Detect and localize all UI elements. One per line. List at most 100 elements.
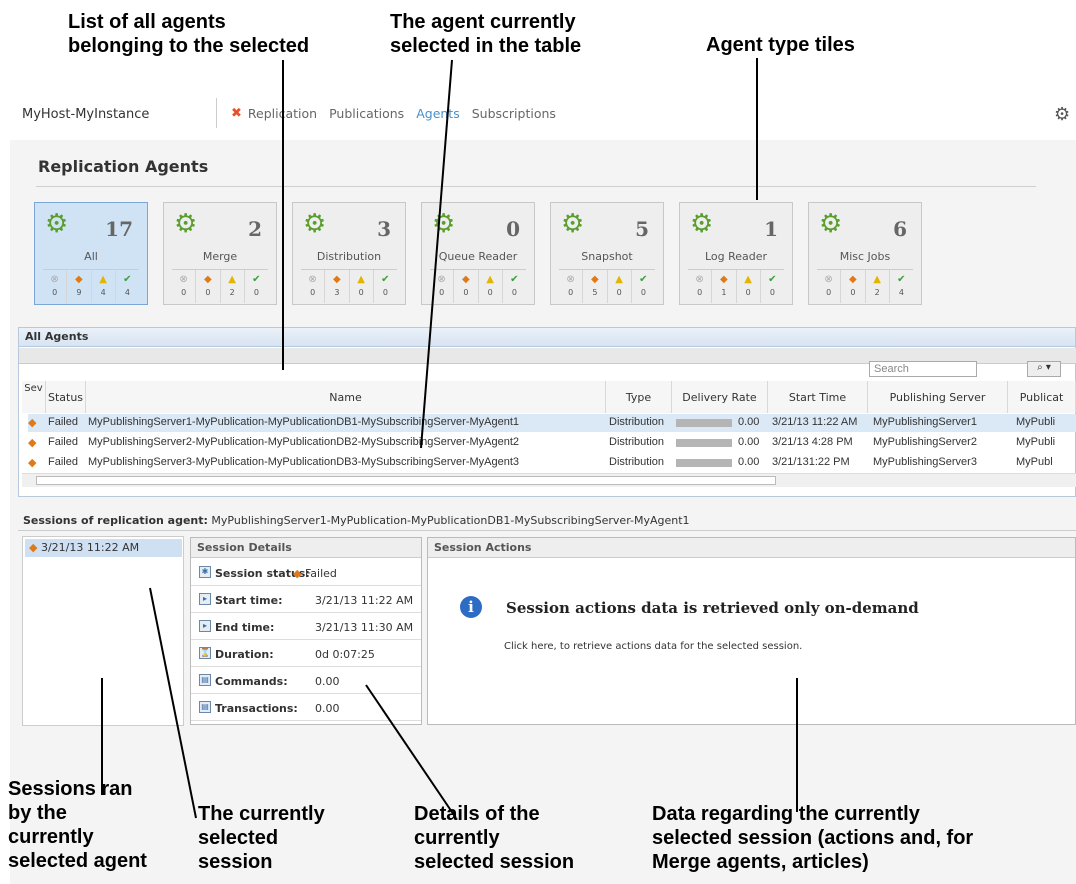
nav-replication[interactable]: Replication [248, 106, 317, 121]
agent-gear-icon: ⚙ [45, 209, 69, 239]
session-item[interactable]: ◆ 3/21/13 11:22 AM [25, 539, 182, 557]
search-icon[interactable]: ⌕ ▾ [1027, 361, 1061, 377]
status-icon: ◆ [462, 274, 470, 285]
status-icon: ⊗ [566, 274, 575, 285]
detail-label: Start time: [215, 594, 283, 607]
tile-stat[interactable]: ▲ 0 [608, 270, 632, 303]
scrollbar-thumb[interactable] [36, 476, 776, 485]
detail-row: ✱ Session status: ◆ Failed [191, 560, 421, 586]
col-start-time[interactable]: Start Time [768, 381, 868, 413]
table-row[interactable]: ◆ Failed MyPublishingServer1-MyPublication… [28, 414, 1076, 432]
col-publishing-server[interactable]: Publishing Server [868, 381, 1008, 413]
detail-value: 0.00 [315, 702, 340, 715]
col-sev[interactable]: Sev [22, 381, 46, 413]
cell-status: Failed [48, 436, 78, 448]
cell-type: Distribution [609, 436, 665, 448]
agent-gear-icon: ⚙ [432, 209, 456, 239]
col-publication[interactable]: Publicat [1008, 381, 1076, 413]
tile-stat[interactable]: ⊗ 0 [688, 270, 713, 303]
tile-all[interactable]: ⚙ 17 All ⊗ 0 ◆ 9 ▲ 4 ✔ 4 [34, 202, 148, 305]
tile-stat[interactable]: ⊗ 0 [43, 270, 68, 303]
search-input[interactable]: Search [869, 361, 977, 377]
gear-icon[interactable]: ⚙ [1054, 104, 1070, 125]
tile-stat[interactable]: ▲ 0 [479, 270, 503, 303]
tile-stat[interactable]: ▲ 2 [866, 270, 890, 303]
tile-stat[interactable]: ◆ 5 [583, 270, 608, 303]
status-icon: ◆ [849, 274, 857, 285]
tile-stat[interactable]: ✔ 0 [245, 270, 268, 303]
callout-tiles: Agent type tiles [706, 34, 855, 56]
tile-snapshot[interactable]: ⚙ 5 Snapshot ⊗ 0 ◆ 5 ▲ 0 ✔ 0 [550, 202, 664, 305]
failed-icon: ◆ [28, 457, 37, 469]
tile-log-reader[interactable]: ⚙ 1 Log Reader ⊗ 0 ◆ 1 ▲ 0 ✔ 0 [679, 202, 793, 305]
tile-stat[interactable]: ⊗ 0 [817, 270, 842, 303]
agent-gear-icon: ⚙ [819, 209, 843, 239]
tile-stat[interactable]: ✔ 0 [374, 270, 397, 303]
table-row[interactable]: ◆ Failed MyPublishingServer2-MyPublication… [28, 434, 1076, 452]
tile-count: 5 [635, 217, 649, 241]
detail-row: ▸ End time: 3/21/13 11:30 AM [191, 614, 421, 640]
all-agents-title: All Agents [19, 328, 1075, 347]
tile-stat[interactable]: ✔ 4 [116, 270, 139, 303]
tile-distribution[interactable]: ⚙ 3 Distribution ⊗ 0 ◆ 3 ▲ 0 ✔ 0 [292, 202, 406, 305]
tile-stat[interactable]: ⊗ 0 [301, 270, 326, 303]
col-status[interactable]: Status [46, 381, 86, 413]
session-details-title: Session Details [191, 538, 421, 558]
status-icon: ✔ [510, 274, 519, 285]
tile-misc-jobs[interactable]: ⚙ 6 Misc Jobs ⊗ 0 ◆ 0 ▲ 2 ✔ 4 [808, 202, 922, 305]
status-icon: ▲ [99, 274, 107, 285]
tile-stat[interactable]: ✔ 4 [890, 270, 913, 303]
tile-stat[interactable]: ▲ 4 [92, 270, 116, 303]
col-name[interactable]: Name [86, 381, 606, 413]
tile-stat[interactable]: ▲ 0 [350, 270, 374, 303]
tile-stat[interactable]: ◆ 3 [325, 270, 350, 303]
cell-rate: 0.00 [738, 436, 760, 448]
page-title: Replication Agents [38, 157, 209, 176]
status-icon: ⊗ [50, 274, 59, 285]
tile-stat[interactable]: ▲ 2 [221, 270, 245, 303]
col-delivery-rate[interactable]: Delivery Rate [672, 381, 768, 413]
cell-server: MyPublishingServer1 [873, 416, 977, 428]
tile-queue-reader[interactable]: ⚙ 0 Queue Reader ⊗ 0 ◆ 0 ▲ 0 ✔ 0 [421, 202, 535, 305]
cell-rate: 0.00 [738, 416, 760, 428]
horizontal-scrollbar[interactable] [22, 473, 1076, 487]
host-name: MyHost-MyInstance [22, 107, 150, 122]
tile-name: Log Reader [704, 250, 768, 263]
retrieve-actions-link[interactable]: Click here, to retrieve actions data for… [504, 641, 802, 652]
cell-name: MyPublishingServer2-MyPublication-MyPubl… [88, 436, 520, 448]
tile-name: Misc Jobs [839, 250, 891, 263]
failed-icon: ◆ [29, 541, 38, 554]
tile-stat[interactable]: ✔ 0 [761, 270, 784, 303]
tile-merge[interactable]: ⚙ 2 Merge ⊗ 0 ◆ 0 ▲ 2 ✔ 0 [163, 202, 277, 305]
col-type[interactable]: Type [606, 381, 672, 413]
tile-name: Merge [202, 250, 238, 263]
table-row[interactable]: ◆ Failed MyPublishingServer3-MyPublication… [28, 454, 1076, 472]
tile-stat[interactable]: ◆ 0 [454, 270, 479, 303]
tile-stat[interactable]: ▲ 0 [737, 270, 761, 303]
tile-stat[interactable]: ⊗ 0 [430, 270, 455, 303]
cell-status: Failed [48, 456, 78, 468]
status-icon: ◆ [333, 274, 341, 285]
cell-start-time: 3/21/13 11:22 AM [772, 416, 858, 428]
tile-stat[interactable]: ◆ 1 [712, 270, 737, 303]
nav-agents[interactable]: Agents [416, 106, 460, 121]
tile-stat[interactable]: ◆ 0 [196, 270, 221, 303]
status-icon: ◆ [720, 274, 728, 285]
title-divider [36, 186, 1036, 187]
status-icon: ▲ [228, 274, 236, 285]
tile-stat[interactable]: ⊗ 0 [559, 270, 584, 303]
status-icon: ✔ [639, 274, 648, 285]
tile-stat[interactable]: ✔ 0 [503, 270, 526, 303]
status-icon: ✔ [897, 274, 906, 285]
nav-publications[interactable]: Publications [329, 106, 404, 121]
tile-stat[interactable]: ⊗ 0 [172, 270, 197, 303]
detail-icon: ✱ [199, 566, 211, 578]
tile-count: 6 [893, 217, 907, 241]
nav-subscriptions[interactable]: Subscriptions [472, 106, 556, 121]
tile-stat[interactable]: ✔ 0 [632, 270, 655, 303]
session-details-panel: Session Details ✱ Session status: ◆ Failed… [190, 537, 422, 725]
detail-icon: ▤ [199, 701, 211, 713]
tile-stat[interactable]: ◆ 0 [841, 270, 866, 303]
session-actions-title: Session Actions [428, 538, 1075, 558]
tile-stat[interactable]: ◆ 9 [67, 270, 92, 303]
